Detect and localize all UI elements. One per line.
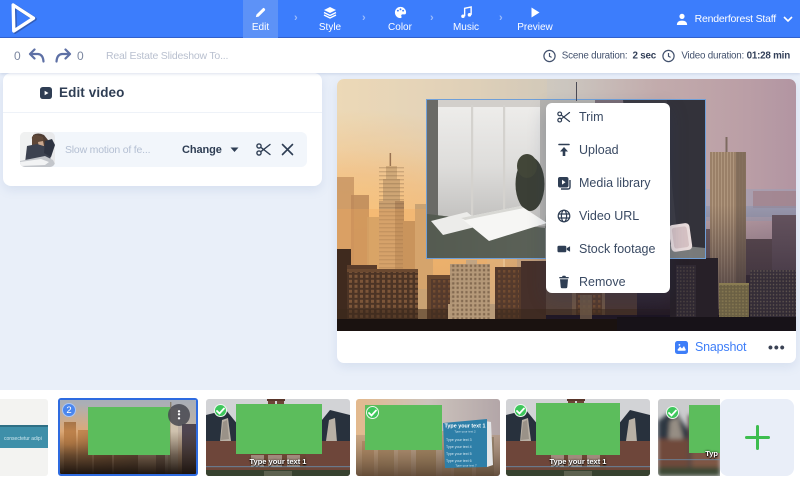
svg-text:Type your text 5: Type your text 5 xyxy=(446,452,472,456)
svg-text:consectetur adipi: consectetur adipi xyxy=(4,436,42,442)
svg-text:Type your text 2: Type your text 2 xyxy=(454,430,476,434)
svg-text:Type your text 7: Type your text 7 xyxy=(455,464,477,468)
svg-text:Type your text 4: Type your text 4 xyxy=(446,445,472,449)
svg-text:Type your text 6: Type your text 6 xyxy=(446,459,472,463)
svg-text:Type your text 3: Type your text 3 xyxy=(446,438,472,442)
